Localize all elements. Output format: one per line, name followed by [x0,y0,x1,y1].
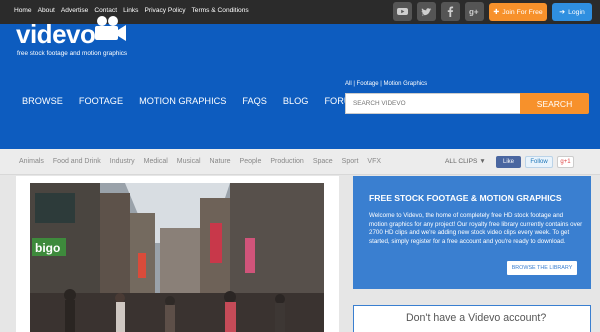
search-button[interactable]: SEARCH [520,93,589,114]
login-button[interactable]: ➔ Login [552,3,592,21]
svg-text:g+: g+ [469,8,479,17]
category-list: Animals Food and Drink Industry Medical … [19,158,381,165]
nav-motion-graphics[interactable]: MOTION GRAPHICS [139,96,226,106]
top-links: Home About Advertise Contact Links Priva… [14,7,249,14]
youtube-icon[interactable] [393,2,412,21]
join-for-free-button[interactable]: ✚ Join For Free [489,3,547,21]
category-vfx[interactable]: VFX [367,158,381,165]
nav-browse[interactable]: BROWSE [22,96,63,106]
top-link-privacy-policy[interactable]: Privacy Policy [144,7,185,14]
nav-footage[interactable]: FOOTAGE [79,96,123,106]
twitter-icon[interactable] [417,2,436,21]
category-nature[interactable]: Nature [210,158,231,165]
top-link-terms[interactable]: Terms & Conditions [192,7,249,14]
search-input[interactable] [345,93,521,114]
like-label: Like [502,159,514,165]
intro-title: FREE STOCK FOOTAGE & MOTION GRAPHICS [369,193,562,203]
google-plus-one-button[interactable]: g+1 [557,156,574,168]
top-link-links[interactable]: Links [123,7,138,14]
login-label: Login [568,8,585,16]
top-link-advertise[interactable]: Advertise [61,7,89,14]
browse-library-button[interactable]: BROWSE THE LIBRARY [507,261,577,275]
category-sport[interactable]: Sport [342,158,359,165]
top-link-about[interactable]: About [38,7,55,14]
account-prompt-text: Don't have a Videvo account? [406,312,547,324]
tagline: free stock footage and motion graphics [17,50,128,57]
gplus-label: g+1 [560,159,571,165]
intro-text: Welcome to Videvo, the home of completel… [369,212,583,245]
google-plus-icon[interactable]: g+ [465,2,484,21]
top-link-contact[interactable]: Contact [94,7,117,14]
category-musical[interactable]: Musical [177,158,201,165]
facebook-icon[interactable] [441,2,460,21]
category-industry[interactable]: Industry [110,158,135,165]
main-nav: BROWSE FOOTAGE MOTION GRAPHICS FAQS BLOG… [22,96,364,106]
category-production[interactable]: Production [270,158,303,165]
all-clips-dropdown[interactable]: ALL CLIPS ▼ [445,158,486,165]
category-animals[interactable]: Animals [19,158,44,165]
category-medical[interactable]: Medical [144,158,168,165]
category-bar: Animals Food and Drink Industry Medical … [0,149,600,175]
top-link-home[interactable]: Home [14,7,32,14]
nav-blog[interactable]: BLOG [283,96,309,106]
category-people[interactable]: People [240,158,262,165]
facebook-like-button[interactable]: Like [496,156,521,168]
login-icon: ➔ [559,9,566,16]
category-space[interactable]: Space [313,158,333,165]
user-plus-icon: ✚ [493,9,500,16]
video-camera-icon [93,15,127,50]
featured-video-thumbnail[interactable]: bigo [30,183,324,332]
search-filters[interactable]: All | Footage | Motion Graphics [345,81,427,87]
join-label: Join For Free [502,8,543,16]
svg-text:bigo: bigo [35,241,60,255]
category-food-and-drink[interactable]: Food and Drink [53,158,101,165]
nav-faqs[interactable]: FAQS [242,96,267,106]
follow-label: Follow [530,159,548,165]
twitter-follow-button[interactable]: Follow [525,156,553,168]
logo[interactable]: videvo [16,19,96,50]
